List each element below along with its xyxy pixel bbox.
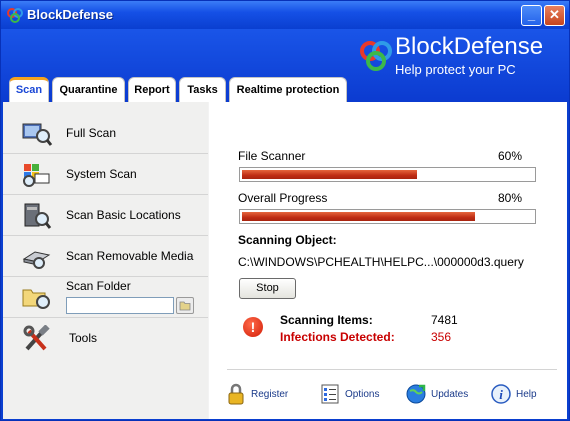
folder-icon — [179, 301, 191, 311]
file-scanner-progress — [239, 167, 536, 182]
file-scanner-percent: 60% — [498, 149, 523, 163]
title-bar[interactable]: BlockDefense _ ✕ — [1, 1, 569, 29]
app-logo-icon — [7, 8, 23, 23]
file-scanner-progress-fill — [242, 170, 417, 179]
tab-quarantine[interactable]: Quarantine — [52, 77, 125, 102]
sidebar-item-scan-basic-locations[interactable]: Scan Basic Locations — [3, 195, 208, 236]
full-scan-icon — [22, 123, 53, 146]
tab-realtime-protection[interactable]: Realtime protection — [229, 77, 347, 102]
scan-panel: File Scanner 60% Overall Progress 80% Sc… — [209, 102, 567, 419]
close-button[interactable]: ✕ — [544, 5, 565, 26]
scanning-items-label: Scanning Items: — [280, 313, 373, 327]
window-title: BlockDefense — [27, 7, 113, 22]
tab-tasks[interactable]: Tasks — [179, 77, 226, 102]
options-button[interactable]: Options — [319, 383, 389, 407]
sidebar-item-label: Scan Basic Locations — [66, 208, 181, 222]
options-label: Options — [345, 389, 380, 400]
brand-logo-icon — [360, 41, 392, 71]
help-button[interactable]: i Help — [490, 383, 550, 407]
scan-folder-icon — [22, 289, 50, 309]
updates-button[interactable]: Updates — [405, 383, 475, 407]
sidebar-item-label: Tools — [69, 331, 98, 345]
infections-detected-label: Infections Detected: — [280, 330, 395, 344]
sidebar-item-scan-folder[interactable]: Scan Folder — [3, 277, 208, 318]
infections-detected-value: 356 — [431, 330, 452, 344]
sidebar-item-label: Scan Removable Media — [66, 249, 194, 263]
scanning-object-path: C:\WINDOWS\PCHEALTH\HELPC...\000000d3.qu… — [238, 255, 524, 269]
brand-tagline: Help protect your PC — [395, 62, 516, 77]
brand-name: BlockDefense — [395, 33, 544, 60]
scan-sidebar: Full Scan System Scan Scan Basic Locatio… — [3, 102, 208, 419]
sidebar-item-label: Full Scan — [66, 126, 117, 140]
scanning-object-label: Scanning Object: — [238, 233, 337, 247]
tools-icon — [23, 325, 50, 351]
sidebar-item-full-scan[interactable]: Full Scan — [3, 113, 208, 154]
footer-divider — [227, 369, 557, 370]
help-label: Help — [516, 389, 537, 400]
sidebar-item-label: System Scan — [66, 167, 137, 181]
file-scanner-label: File Scanner — [238, 149, 306, 163]
register-button[interactable]: Register — [225, 383, 295, 407]
overall-progress-label: Overall Progress — [238, 191, 328, 205]
browse-folder-button[interactable] — [176, 297, 194, 314]
basic-locations-icon — [24, 203, 52, 229]
removable-media-icon — [22, 251, 51, 269]
overall-progress-fill — [242, 212, 475, 221]
app-header: BlockDefense Help protect your PC Scan Q… — [1, 29, 569, 102]
overall-progress-bar — [239, 209, 536, 224]
alert-icon: ! — [243, 317, 263, 337]
sidebar-item-tools[interactable]: Tools — [3, 318, 208, 359]
content-area: Full Scan System Scan Scan Basic Locatio… — [3, 102, 567, 419]
updates-label: Updates — [431, 389, 469, 400]
scanning-items-value: 7481 — [431, 313, 458, 327]
minimize-button[interactable]: _ — [521, 5, 542, 26]
register-label: Register — [251, 389, 289, 400]
stop-button[interactable]: Stop — [239, 278, 296, 299]
system-scan-icon — [23, 164, 50, 187]
app-window: BlockDefense _ ✕ BlockDefense Help prote… — [0, 0, 570, 421]
tab-report[interactable]: Report — [128, 77, 176, 102]
scan-folder-input[interactable] — [66, 297, 174, 314]
overall-progress-percent: 80% — [498, 191, 523, 205]
sidebar-item-label: Scan Folder — [66, 279, 131, 293]
padlock-icon — [228, 383, 244, 405]
sidebar-item-system-scan[interactable]: System Scan — [3, 154, 208, 195]
sidebar-item-scan-removable-media[interactable]: Scan Removable Media — [3, 236, 208, 277]
tab-scan[interactable]: Scan — [9, 77, 49, 102]
globe-update-icon — [406, 384, 426, 404]
help-icon: i — [491, 384, 511, 404]
options-list-icon — [321, 384, 339, 404]
svg-text:i: i — [499, 387, 503, 402]
